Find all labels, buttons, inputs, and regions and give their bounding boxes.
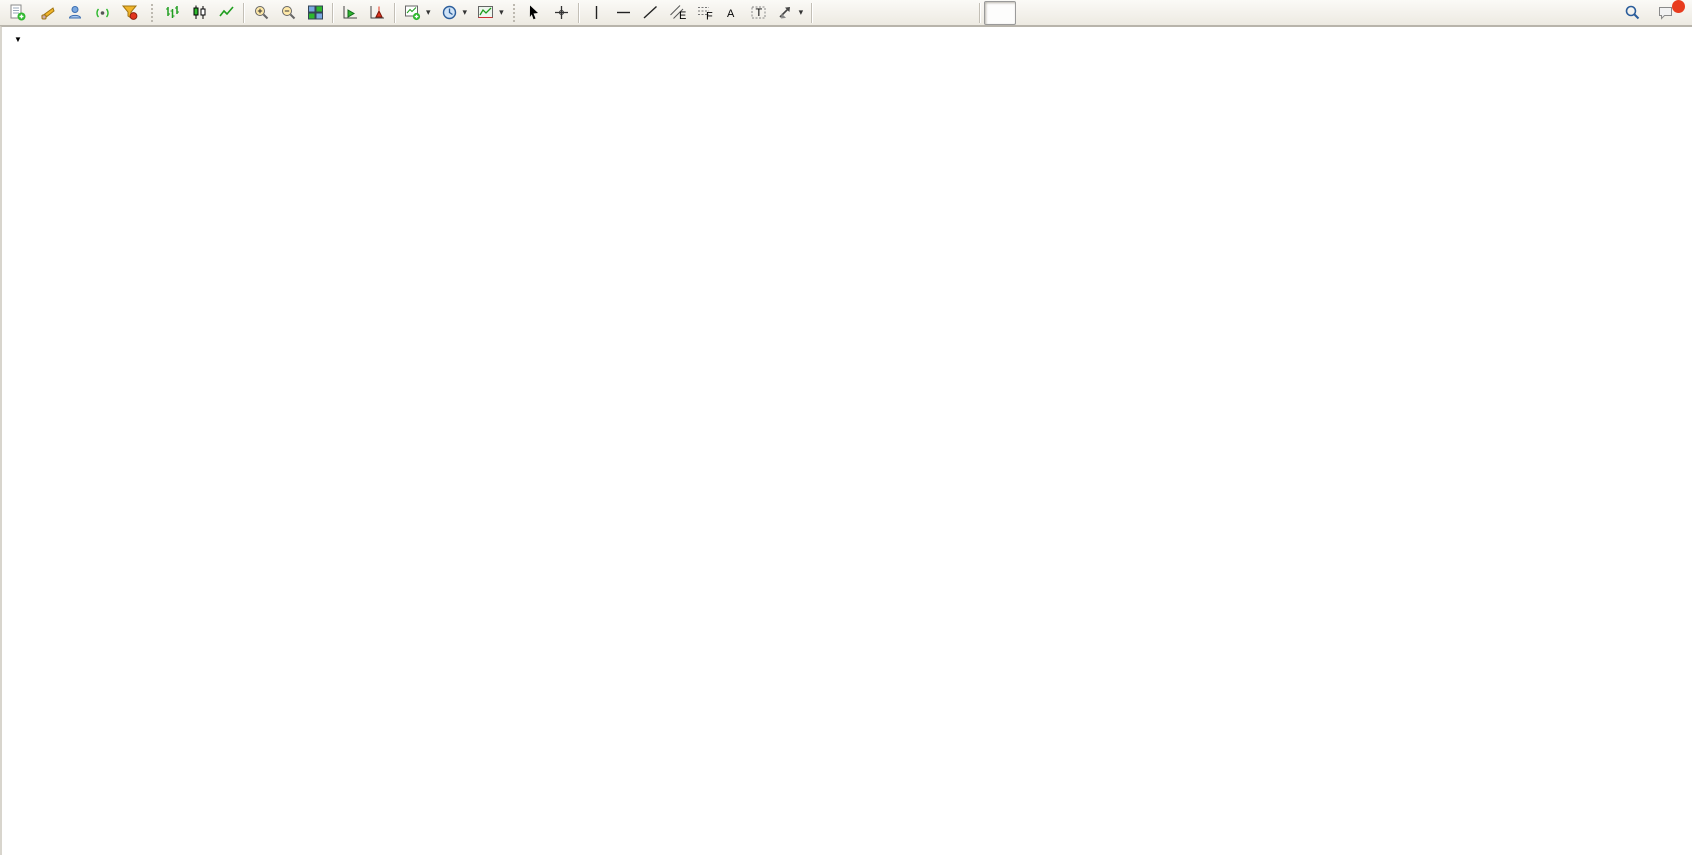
vertical-line-button[interactable] xyxy=(583,1,610,25)
zoom-out-button[interactable] xyxy=(275,1,302,25)
svg-text:F: F xyxy=(706,11,713,22)
cursor-icon xyxy=(526,4,543,21)
text-label-icon: T xyxy=(750,4,767,21)
timeframe-m1-button[interactable] xyxy=(816,1,848,25)
new-order-button[interactable] xyxy=(4,1,35,25)
fibonacci-icon: F xyxy=(696,4,713,21)
sound-button[interactable] xyxy=(35,1,62,25)
zoom-out-icon xyxy=(280,4,297,21)
zoom-in-button[interactable] xyxy=(248,1,275,25)
periods-button[interactable]: ▾ xyxy=(436,1,473,25)
toolbar-separator xyxy=(811,3,813,23)
timeframe-d1-button[interactable] xyxy=(1016,1,1048,25)
tile-windows-icon xyxy=(307,4,324,21)
timeframe-m15-button[interactable] xyxy=(880,1,912,25)
templates-icon xyxy=(477,4,494,21)
search-icon xyxy=(1624,4,1641,21)
fibonacci-button[interactable]: F xyxy=(691,1,718,25)
vertical-line-icon xyxy=(588,4,605,21)
profile-button[interactable] xyxy=(62,1,89,25)
chevron-down-icon: ▾ xyxy=(463,7,468,18)
equidistant-channel-icon: E xyxy=(669,4,686,21)
candlestick-chart-button[interactable] xyxy=(186,1,213,25)
chart-canvas[interactable] xyxy=(2,27,1692,855)
notifications-button[interactable] xyxy=(1652,2,1682,24)
equidistant-channel-button[interactable]: E xyxy=(664,1,691,25)
chart-shift-icon xyxy=(369,4,386,21)
candlestick-chart-icon xyxy=(191,4,208,21)
bar-chart-button[interactable] xyxy=(159,1,186,25)
auto-scroll-button[interactable] xyxy=(337,1,364,25)
line-chart-icon xyxy=(218,4,235,21)
profile-icon xyxy=(67,4,84,21)
text-button[interactable]: A xyxy=(718,1,745,25)
toolbar-separator xyxy=(979,3,981,23)
chevron-down-icon: ▾ xyxy=(426,7,431,18)
timeframe-w1-button[interactable] xyxy=(1048,1,1080,25)
toolbar-separator xyxy=(332,3,334,23)
new-chart-button[interactable]: ▾ xyxy=(399,1,436,25)
toolbar-separator xyxy=(243,3,245,23)
mt4-application: ▾ ▾ ▾ E F xyxy=(0,0,1692,855)
line-chart-button[interactable] xyxy=(213,1,240,25)
toolbar-grip xyxy=(513,4,517,22)
timeframe-m30-button[interactable] xyxy=(912,1,944,25)
horizontal-line-icon xyxy=(615,4,632,21)
autotrade-icon xyxy=(121,4,138,21)
horizontal-line-button[interactable] xyxy=(610,1,637,25)
signal-icon xyxy=(94,4,111,21)
chevron-down-icon[interactable]: ▼ xyxy=(14,35,22,44)
chart-window: ▼ xyxy=(0,26,1692,855)
toolbar-separator xyxy=(394,3,396,23)
timeframe-m5-button[interactable] xyxy=(848,1,880,25)
search-button[interactable] xyxy=(1619,1,1646,25)
sound-icon xyxy=(40,4,57,21)
templates-button[interactable]: ▾ xyxy=(472,1,509,25)
chevron-down-icon: ▾ xyxy=(499,7,504,18)
crosshair-button[interactable] xyxy=(548,1,575,25)
cursor-button[interactable] xyxy=(521,1,548,25)
bar-chart-icon xyxy=(164,4,181,21)
autotrade-button[interactable] xyxy=(116,1,147,25)
chart-shift-button[interactable] xyxy=(364,1,391,25)
svg-text:T: T xyxy=(755,7,762,19)
timeframe-h1-button[interactable] xyxy=(944,1,976,25)
auto-scroll-icon xyxy=(342,4,359,21)
svg-text:E: E xyxy=(679,10,686,21)
new-chart-icon xyxy=(404,4,421,21)
toolbar: ▾ ▾ ▾ E F xyxy=(0,0,1692,26)
signal-button[interactable] xyxy=(89,1,116,25)
toolbar-separator xyxy=(578,3,580,23)
notification-badge xyxy=(1672,0,1685,13)
periods-icon xyxy=(441,4,458,21)
chevron-down-icon: ▾ xyxy=(799,7,804,18)
crosshair-icon xyxy=(553,4,570,21)
new-order-icon xyxy=(9,4,26,21)
timeframe-h4-button[interactable] xyxy=(984,1,1016,25)
text-icon: A xyxy=(723,4,740,21)
toolbar-grip xyxy=(151,4,155,22)
arrow-tools-icon xyxy=(777,4,794,21)
chart-title: ▼ xyxy=(14,32,38,46)
timeframe-mn-button[interactable] xyxy=(1080,1,1112,25)
arrow-tools-button[interactable]: ▾ xyxy=(772,1,809,25)
tile-windows-button[interactable] xyxy=(302,1,329,25)
trendline-icon xyxy=(642,4,659,21)
trendline-button[interactable] xyxy=(637,1,664,25)
svg-text:A: A xyxy=(727,8,735,20)
text-label-button[interactable]: T xyxy=(745,1,772,25)
zoom-in-icon xyxy=(253,4,270,21)
